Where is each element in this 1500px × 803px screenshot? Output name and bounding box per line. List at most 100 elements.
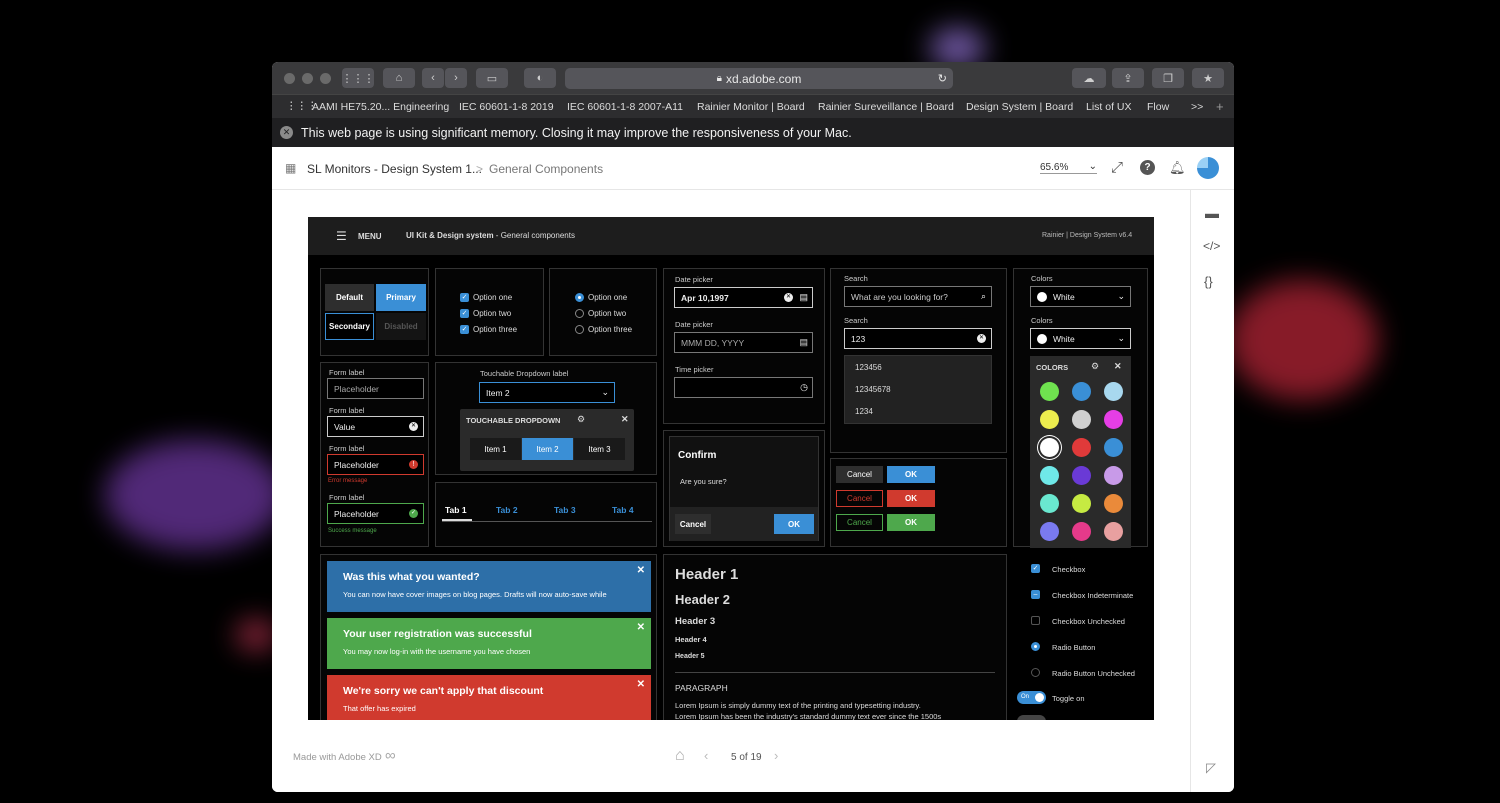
braces-icon[interactable]: {} <box>1204 274 1213 289</box>
checkbox-checked[interactable]: ✓ <box>460 325 469 334</box>
ok-success-button[interactable]: OK <box>887 514 935 531</box>
back-icon[interactable]: ‹ <box>422 68 444 88</box>
radio-selected[interactable] <box>575 293 584 302</box>
tabs-icon[interactable]: ❐ <box>1152 68 1184 88</box>
settings-icon[interactable]: ⚙ <box>577 414 585 425</box>
fullscreen-icon[interactable]: ⤢ <box>1111 159 1123 176</box>
tab-3[interactable]: Tab 3 <box>554 505 576 515</box>
color-swatch[interactable] <box>1104 410 1123 429</box>
close-circle-icon[interactable]: ✕ <box>280 126 293 139</box>
clock-icon[interactable]: ◷ <box>800 382 808 393</box>
placeholder-input[interactable]: Placeholder <box>327 378 424 399</box>
hamburger-icon[interactable]: ☰ <box>336 229 347 243</box>
cancel-button[interactable]: Cancel <box>836 466 883 483</box>
color-swatch[interactable] <box>1072 438 1091 457</box>
share-icon[interactable]: ⇪ <box>1112 68 1144 88</box>
forward-icon[interactable]: › <box>445 68 467 88</box>
close-icon[interactable]: ✕ <box>637 565 645 576</box>
color-swatch[interactable] <box>1040 410 1059 429</box>
bookmark-item[interactable]: Design System | Board <box>966 101 1073 113</box>
value-input[interactable]: Value ✕ <box>327 416 424 437</box>
comment-icon[interactable]: ▬ <box>1205 205 1219 221</box>
color-swatch[interactable] <box>1104 522 1123 541</box>
toggle-on[interactable]: On <box>1017 691 1046 704</box>
color-swatch[interactable] <box>1040 494 1059 513</box>
error-input[interactable]: Placeholder! <box>327 454 424 475</box>
color-select[interactable]: White ⌄ <box>1030 286 1131 307</box>
search-result[interactable]: 1234 <box>855 407 873 416</box>
settings-icon[interactable]: ⚙ <box>1091 361 1099 372</box>
calendar-icon[interactable]: ▤ <box>799 292 808 303</box>
bookmark-item[interactable]: AAMI HE75.20... Engineering <box>312 101 449 113</box>
grid-icon[interactable]: ⋮⋮⋮ <box>342 68 375 88</box>
prev-page-icon[interactable]: ‹ <box>704 748 708 763</box>
touchable-dropdown[interactable]: Item 2 ⌄ <box>479 382 615 403</box>
bookmark-item[interactable]: IEC 60601-1-8 2007-A11 <box>567 101 683 113</box>
close-icon[interactable]: ✕ <box>621 414 629 425</box>
bookmarks-overflow[interactable]: >> <box>1191 101 1203 113</box>
bookmark-item[interactable]: IEC 60601-1-8 2019 <box>459 101 554 113</box>
zoom-select[interactable]: 65.6% ⌄ <box>1040 161 1097 174</box>
home-icon[interactable]: ⌂ <box>383 68 415 88</box>
cancel-button[interactable]: Cancel <box>675 514 711 534</box>
radio-unselected[interactable] <box>575 309 584 318</box>
close-window-button[interactable] <box>284 73 295 84</box>
color-swatch[interactable] <box>1072 522 1091 541</box>
bookmark-item[interactable]: Rainier Sureveillance | Board <box>818 101 954 113</box>
cancel-danger-button[interactable]: Cancel <box>836 490 883 507</box>
bookmark-item[interactable]: Rainier Monitor | Board <box>697 101 805 113</box>
ok-danger-button[interactable]: OK <box>887 490 935 507</box>
radio-selected[interactable] <box>1031 642 1040 651</box>
dropdown-option[interactable]: Item 3 <box>574 438 625 460</box>
avatar[interactable] <box>1197 157 1219 179</box>
close-icon[interactable]: ✕ <box>637 622 645 633</box>
clear-icon[interactable]: ✕ <box>977 334 986 343</box>
toggle-off[interactable] <box>1017 715 1046 720</box>
home-icon[interactable]: ⌂ <box>675 747 685 765</box>
dropdown-option-selected[interactable]: Item 2 <box>522 438 573 460</box>
color-select-open[interactable]: White ⌄ <box>1030 328 1131 349</box>
secondary-button[interactable]: Secondary <box>325 313 374 340</box>
sidebar-icon[interactable]: ▭ <box>476 68 508 88</box>
grid-view-icon[interactable]: ▦ <box>285 161 296 175</box>
color-swatch[interactable] <box>1072 466 1091 485</box>
default-button[interactable]: Default <box>325 284 374 311</box>
color-swatch[interactable] <box>1040 438 1059 457</box>
calendar-icon[interactable]: ▤ <box>799 337 808 348</box>
success-input[interactable]: Placeholder ✓ <box>327 503 424 524</box>
close-icon[interactable]: ✕ <box>637 679 645 690</box>
checkbox-indeterminate[interactable]: – <box>1031 590 1040 599</box>
zoom-window-button[interactable] <box>320 73 331 84</box>
cloud-icon[interactable]: ☁ <box>1072 68 1106 88</box>
checkbox-checked[interactable]: ✓ <box>1031 564 1040 573</box>
next-page-icon[interactable]: › <box>774 748 778 763</box>
color-swatch[interactable] <box>1072 494 1091 513</box>
extension-icon[interactable]: ★ <box>1192 68 1224 88</box>
tab-1[interactable]: Tab 1 <box>445 505 467 515</box>
close-icon[interactable]: ✕ <box>1114 361 1122 372</box>
help-icon[interactable]: ? <box>1140 160 1155 175</box>
ok-button[interactable]: OK <box>774 514 814 534</box>
search-input-filled[interactable]: 123 ✕ <box>844 328 992 349</box>
tab-4[interactable]: Tab 4 <box>612 505 634 515</box>
color-swatch[interactable] <box>1072 382 1091 401</box>
time-picker-input[interactable]: ◷ <box>674 377 813 398</box>
dropdown-option[interactable]: Item 1 <box>470 438 521 460</box>
color-swatch[interactable] <box>1040 382 1059 401</box>
checkbox-checked[interactable]: ✓ <box>460 293 469 302</box>
color-swatch[interactable] <box>1104 438 1123 457</box>
clear-icon[interactable]: ✕ <box>409 422 418 431</box>
checkbox-unchecked[interactable] <box>1031 616 1040 625</box>
date-picker-input[interactable]: Apr 10,1997 ✕ ▤ <box>674 287 813 308</box>
color-swatch[interactable] <box>1104 382 1123 401</box>
cancel-success-button[interactable]: Cancel <box>836 514 883 531</box>
color-swatch[interactable] <box>1040 466 1059 485</box>
ok-button[interactable]: OK <box>887 466 935 483</box>
search-icon[interactable]: ⌕ <box>981 291 986 302</box>
project-title[interactable]: SL Monitors - Design System 1... <box>307 162 482 176</box>
date-picker-empty[interactable]: MMM DD, YYYY ▤ <box>674 332 813 353</box>
color-swatch[interactable] <box>1104 494 1123 513</box>
flag-icon[interactable]: ◸ <box>1206 760 1216 776</box>
code-icon[interactable]: </> <box>1203 239 1220 253</box>
color-swatch[interactable] <box>1040 522 1059 541</box>
